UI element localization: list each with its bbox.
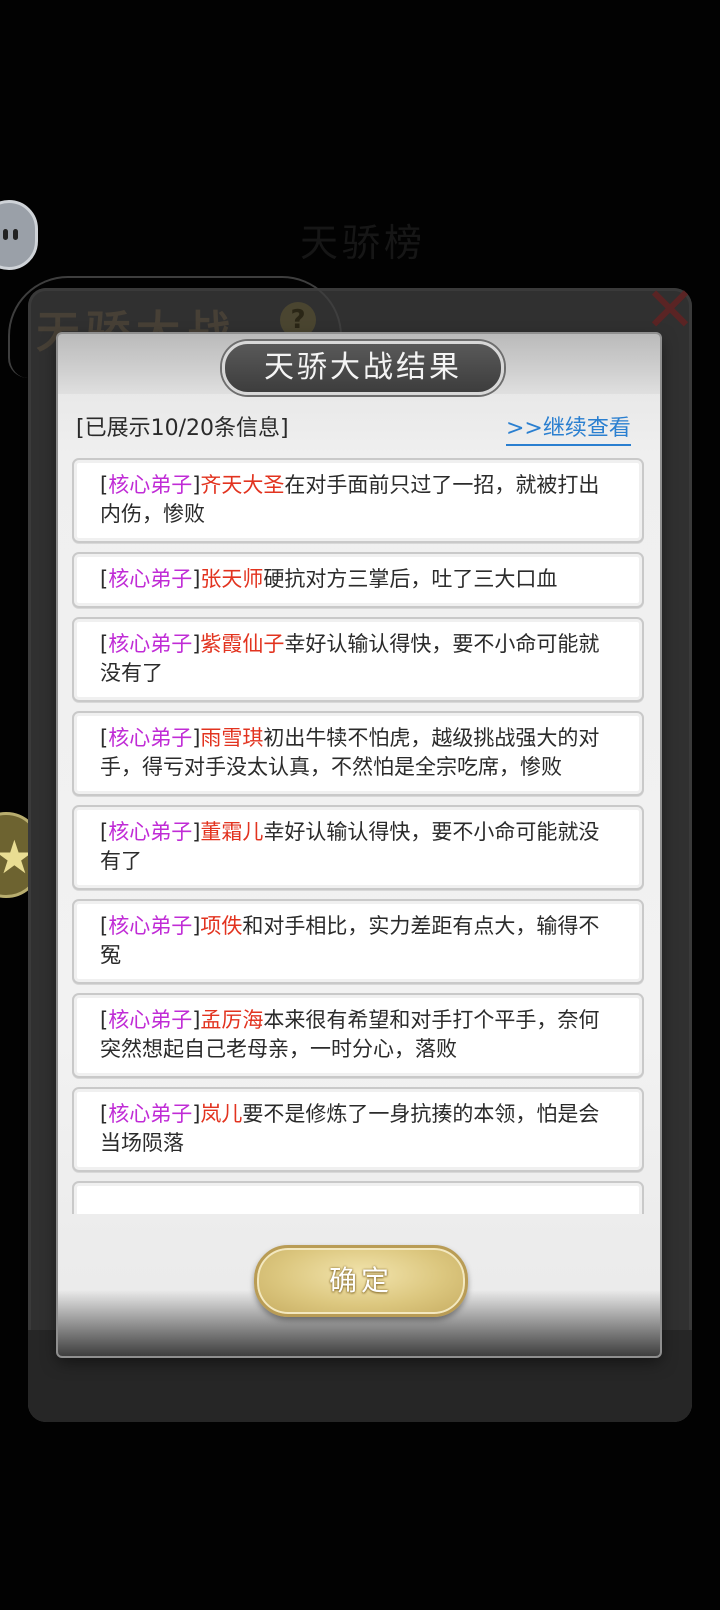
help-icon[interactable]: ? [280, 302, 316, 338]
background-title: 天骄榜 [300, 221, 427, 265]
entry-tag: 核心弟子 [108, 914, 193, 938]
shown-count-label: [已展示10/20条信息] [76, 416, 289, 441]
continue-view-link[interactable]: >>继续查看 [506, 410, 631, 446]
entry-tag: 核心弟子 [108, 1102, 193, 1126]
confirm-button[interactable]: 确定 [254, 1245, 468, 1317]
result-list[interactable]: [核心弟子]齐天大圣在对手面前只过了一招，就被打出内伤，惨败 [核心弟子]张天师… [72, 458, 648, 1214]
list-item: [核心弟子]张天师硬抗对方三掌后，吐了三大口血 [72, 552, 644, 608]
list-item: [核心弟子]雨雪琪初出牛犊不怕虎，越级挑战强大的对手，得亏对手没太认真，不然怕是… [72, 711, 644, 796]
entry-name: 孟厉海 [200, 1008, 264, 1032]
entry-tag: 核心弟子 [108, 1008, 193, 1032]
entry-text: 硬抗对方三掌后，吐了三大口血 [263, 567, 558, 591]
entry-tag: 核心弟子 [108, 726, 193, 750]
close-icon[interactable]: ✕ [640, 279, 700, 341]
bubble-eye-left [3, 229, 8, 240]
list-item: [核心弟子]董霜儿幸好认输认得快，要不小命可能就没有了 [72, 805, 644, 890]
entry-name: 齐天大圣 [200, 473, 285, 497]
entry-tag: 核心弟子 [108, 632, 193, 656]
entry-name: 紫霞仙子 [200, 632, 285, 656]
entry-tag: 核心弟子 [108, 473, 193, 497]
list-item: [核心弟子]项佚和对手相比，实力差距有点大，输得不冤 [72, 899, 644, 984]
list-item: [核心弟子]齐天大圣在对手面前只过了一招，就被打出内伤，惨败 [72, 458, 644, 543]
list-item: [核心弟子]紫霞仙子幸好认输认得快，要不小命可能就没有了 [72, 617, 644, 702]
entry-name: 董霜儿 [200, 820, 264, 844]
list-item: [核心弟子]孟厉海本来很有希望和对手打个平手，奈何突然想起自己老母亲，一时分心，… [72, 993, 644, 1078]
entry-name: 雨雪琪 [200, 726, 264, 750]
entry-tag: 核心弟子 [108, 820, 193, 844]
entry-name: 张天师 [200, 567, 264, 591]
bubble-eye-right [13, 229, 18, 240]
entry-name: 岚儿 [200, 1102, 243, 1126]
dialog-title: 天骄大战结果 [222, 341, 504, 395]
entry-tag: 核心弟子 [108, 567, 193, 591]
list-item-partial [72, 1181, 644, 1214]
list-item: [核心弟子]岚儿要不是修炼了一身抗揍的本领，怕是会当场陨落 [72, 1087, 644, 1172]
chat-bubble-icon[interactable] [0, 200, 38, 270]
entry-name: 项佚 [200, 914, 243, 938]
